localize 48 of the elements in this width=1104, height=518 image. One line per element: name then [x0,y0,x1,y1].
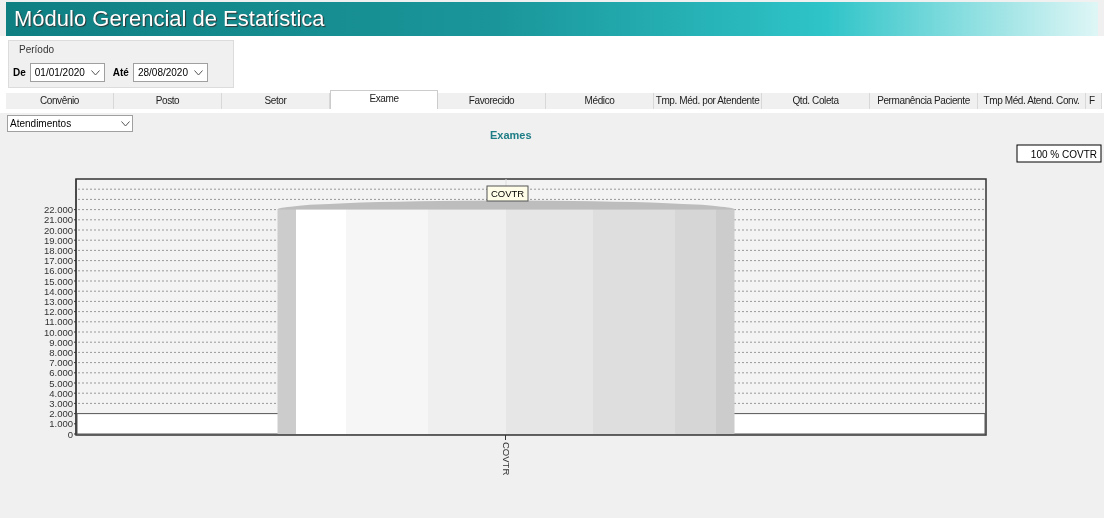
x-axis-label: COVTR [501,442,513,476]
tab[interactable]: Médico [546,93,654,109]
date-picker[interactable]: 28/08/2020 [132,63,208,82]
y-tick-label: 21.000 [43,214,73,226]
y-tick-label: 4.000 [49,387,73,399]
window-title: Módulo Gerencial de Estatística [14,8,325,30]
y-tick-label: 10.000 [43,326,73,338]
y-tick-label: 22.000 [43,204,73,216]
tab[interactable]: Permanência Paciente [870,93,978,109]
chart-legend: 100 % COVTR [1016,144,1102,163]
y-tick-label: 17.000 [43,255,73,267]
y-tick-label: 20.000 [43,224,73,236]
y-tick-label: 5.000 [49,377,73,389]
y-tick-label: 3.000 [49,397,73,409]
date-label: Até [112,66,129,80]
chevron-down-icon [90,69,100,76]
tab[interactable]: Tmp. Méd. por Atendente [654,93,762,109]
y-tick-label: 13.000 [43,295,73,307]
tab[interactable]: F [1086,93,1102,109]
y-tick-label: 18.000 [43,244,73,256]
y-tick-label: 0 [67,428,73,440]
tab[interactable]: Posto [114,93,222,109]
metric-dropdown[interactable]: Atendimentos [7,115,133,132]
y-tick-label: 7.000 [49,357,73,369]
y-tick-label: 8.000 [49,346,73,358]
tab[interactable]: Exame [330,90,438,109]
chevron-down-icon [121,120,130,127]
data-label: COVTR [486,185,529,202]
y-tick-label: 6.000 [49,367,73,379]
y-tick-label: 2.000 [49,408,73,420]
y-tick-label: 16.000 [43,265,73,277]
chevron-down-icon [193,69,203,76]
tab[interactable]: Favorecido [438,93,546,109]
y-tick-label: 12.000 [43,306,73,318]
y-tick-label: 19.000 [43,234,73,246]
y-tick-label: 15.000 [43,275,73,287]
y-tick-label: 1.000 [49,418,73,430]
tab[interactable]: Qtd. Coleta [762,93,870,109]
y-tick-label: 14.000 [43,285,73,297]
date-label: De [13,66,26,80]
y-tick-label: 9.000 [49,336,73,348]
chart-title: Exames [490,128,532,143]
tab[interactable]: Setor [222,93,330,109]
y-tick-label: 11.000 [44,316,73,328]
tab[interactable]: Tmp Méd. Atend. Conv. [978,93,1086,109]
tab[interactable]: Convênio [6,93,114,109]
date-picker[interactable]: 01/01/2020 [29,63,105,82]
group-label: Período [19,43,55,57]
